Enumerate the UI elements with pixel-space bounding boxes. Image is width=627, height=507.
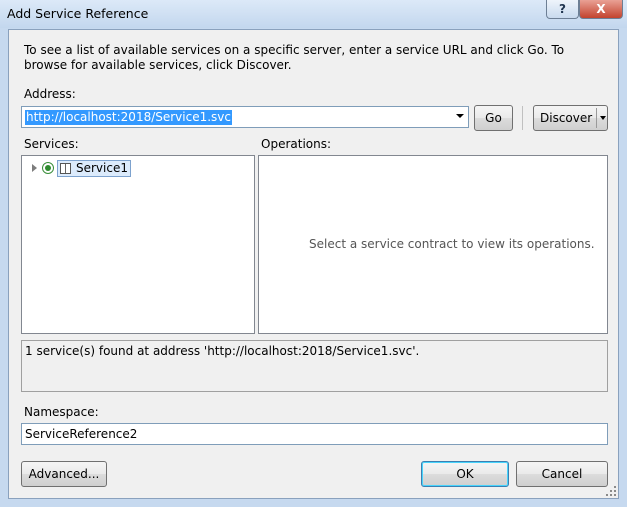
operations-list[interactable]: Select a service contract to view its op… (258, 155, 608, 334)
toolbar-separator (522, 106, 523, 130)
address-label: Address: (24, 87, 76, 101)
services-tree[interactable]: Service1 (21, 155, 255, 334)
address-combobox[interactable]: http://localhost:2018/Service1.svc (21, 106, 469, 128)
discover-split-button[interactable]: Discover (533, 105, 608, 131)
service-name: Service1 (76, 161, 128, 175)
status-text: 1 service(s) found at address 'http://lo… (25, 344, 420, 358)
ok-button[interactable]: OK (421, 461, 509, 487)
address-input-value[interactable]: http://localhost:2018/Service1.svc (25, 110, 233, 125)
service-node[interactable]: Service1 (57, 159, 131, 177)
ok-button-label: OK (456, 467, 474, 481)
help-button[interactable]: ? (546, 0, 579, 19)
resize-grip-icon[interactable] (606, 486, 616, 496)
split-divider (596, 108, 597, 128)
service-status-icon (42, 162, 54, 174)
namespace-label: Namespace: (24, 405, 99, 419)
services-label: Services: (24, 137, 79, 151)
go-button-label: Go (485, 111, 502, 125)
title-bar[interactable]: Add Service Reference ? X (0, 0, 627, 28)
window-title: Add Service Reference (7, 6, 149, 21)
close-button[interactable]: X (579, 0, 623, 19)
cancel-button[interactable]: Cancel (516, 461, 608, 487)
discover-dropdown-arrow-icon[interactable] (600, 116, 606, 120)
service-icon (60, 162, 71, 174)
go-button[interactable]: Go (474, 105, 513, 131)
dialog-body: To see a list of available services on a… (8, 29, 619, 499)
operations-empty-message: Select a service contract to view its op… (309, 237, 595, 251)
help-icon: ? (559, 2, 566, 16)
operations-label: Operations: (261, 137, 332, 151)
discover-button-label: Discover (540, 111, 593, 125)
instructions-text: To see a list of available services on a… (24, 43, 565, 72)
namespace-input[interactable]: ServiceReference2 (21, 423, 608, 445)
dropdown-arrow-icon[interactable] (456, 114, 464, 118)
expand-arrow-icon[interactable] (32, 164, 37, 172)
status-box: 1 service(s) found at address 'http://lo… (21, 340, 608, 392)
close-icon: X (596, 2, 606, 16)
tree-item-service1[interactable]: Service1 (32, 159, 131, 177)
cancel-button-label: Cancel (541, 467, 583, 481)
advanced-button[interactable]: Advanced... (21, 461, 107, 487)
advanced-button-label: Advanced... (28, 467, 100, 481)
